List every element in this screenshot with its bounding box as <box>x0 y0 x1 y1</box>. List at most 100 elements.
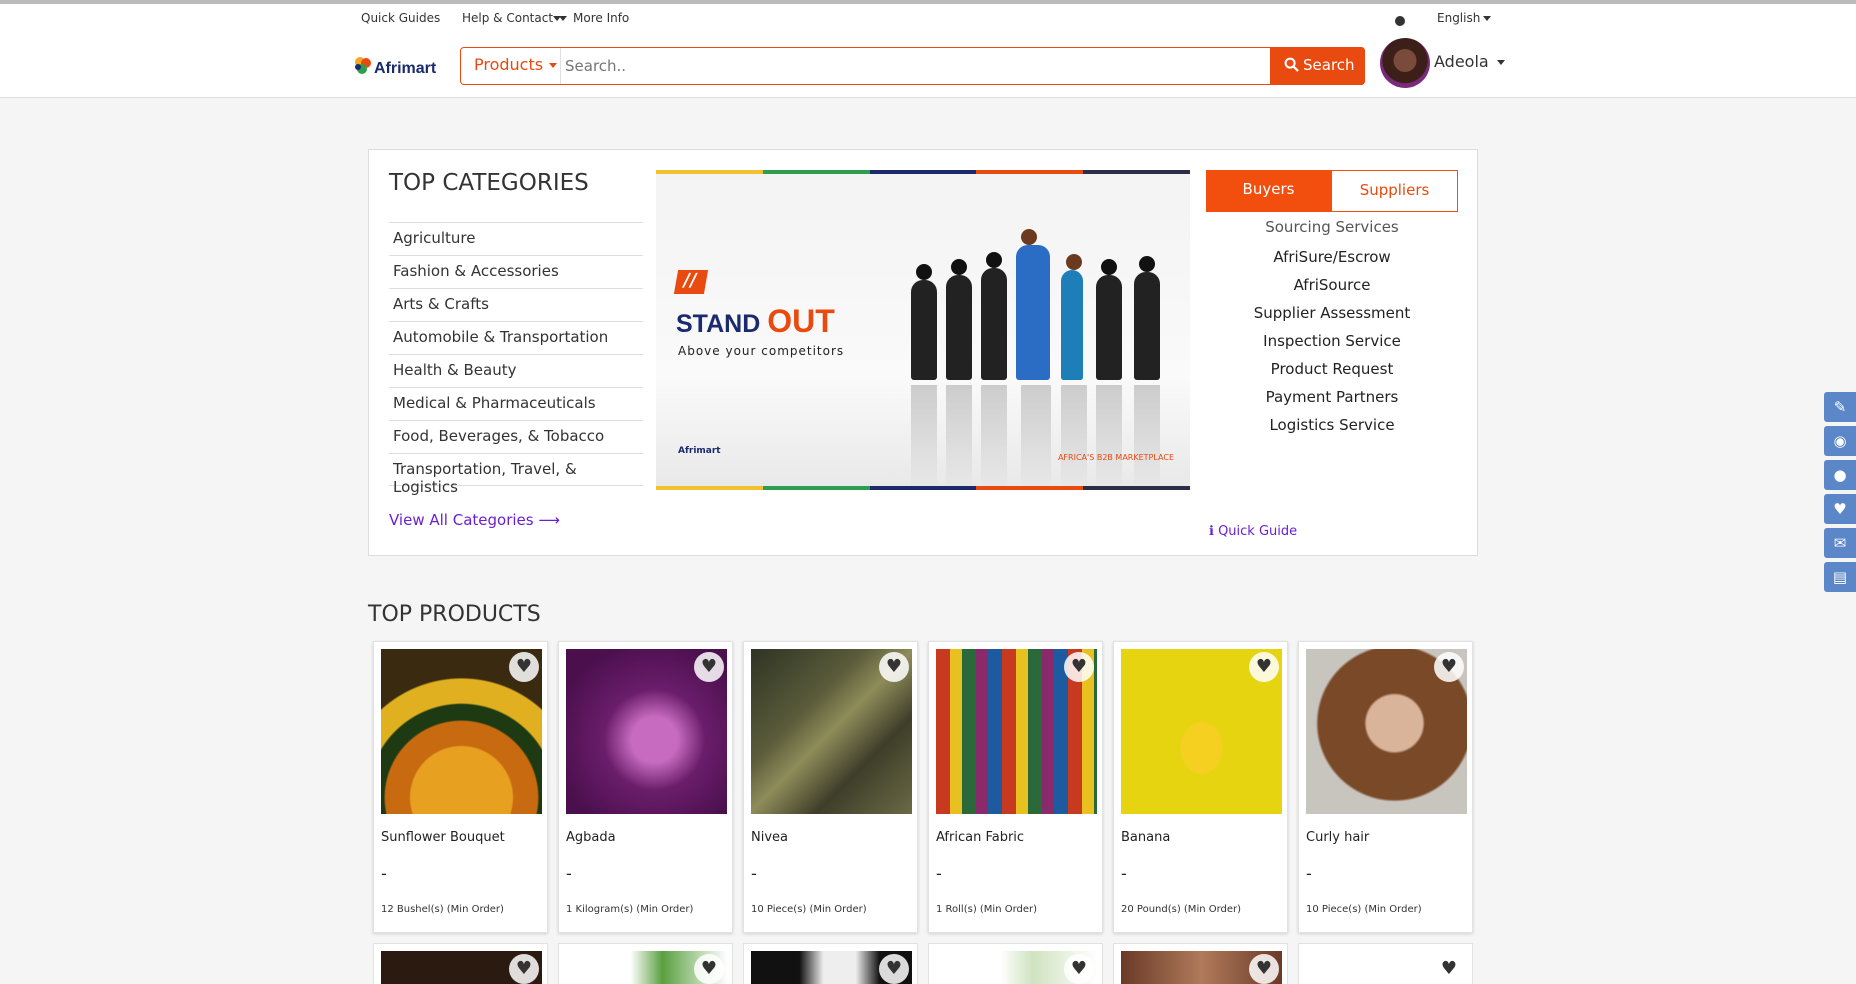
color-stripe-top <box>656 170 1190 174</box>
category-item[interactable]: Medical & Pharmaceuticals <box>389 387 643 420</box>
user-menu[interactable]: Adeola <box>1434 52 1505 71</box>
search-input[interactable] <box>565 50 1185 82</box>
person-businessman <box>1016 229 1050 380</box>
category-list: Agriculture Fashion & Accessories Arts &… <box>389 222 643 496</box>
category-item[interactable]: Automobile & Transportation <box>389 321 643 354</box>
product-name[interactable]: Nivea <box>751 830 788 845</box>
person-silhouette <box>1134 256 1160 380</box>
products-dropdown[interactable]: Products <box>461 48 561 84</box>
service-link[interactable]: Payment Partners <box>1206 388 1458 416</box>
search-button[interactable]: Search <box>1270 47 1365 85</box>
product-card[interactable]: ♥ Agbada - 1 Kilogram(s) (Min Order) <box>558 641 733 933</box>
chevron-down-icon <box>1483 16 1492 21</box>
language-selector[interactable]: English <box>1437 11 1492 25</box>
quick-guide-link[interactable]: ℹ Quick Guide <box>1209 524 1297 539</box>
reflection <box>946 385 972 490</box>
product-name[interactable]: Curly hair <box>1306 830 1369 845</box>
product-card[interactable]: ♥ <box>743 943 918 984</box>
reflection <box>1096 385 1122 490</box>
product-min-order: 1 Kilogram(s) (Min Order) <box>566 904 694 915</box>
heart-icon[interactable]: ♥ <box>1064 652 1094 682</box>
product-price: - <box>566 864 572 883</box>
android-icon[interactable] <box>1395 16 1405 26</box>
heart-icon[interactable]: ♥ <box>1434 652 1464 682</box>
username-label: Adeola <box>1434 52 1489 71</box>
edit-icon[interactable]: ✎ <box>1824 392 1856 422</box>
promo-banner[interactable]: STAND OUT Above your competitors Afrimar… <box>656 170 1190 490</box>
person-silhouette <box>946 259 972 380</box>
avatar[interactable] <box>1380 38 1430 88</box>
product-card[interactable]: ♥ <box>373 943 548 984</box>
file-icon[interactable]: ▤ <box>1824 562 1856 592</box>
product-card[interactable]: ♥ African Fabric - 1 Roll(s) (Min Order) <box>928 641 1103 933</box>
category-item[interactable]: Agriculture <box>389 222 643 255</box>
africa-logo-icon <box>355 57 371 74</box>
chevron-down-icon <box>553 16 561 21</box>
afrimart-logo[interactable]: Afrimart <box>352 52 440 84</box>
product-min-order: 10 Piece(s) (Min Order) <box>1306 904 1422 915</box>
heart-icon[interactable]: ♥ <box>1434 954 1464 984</box>
reflection <box>911 385 937 490</box>
reflection <box>1021 385 1051 490</box>
product-price: - <box>1306 864 1312 883</box>
product-min-order: 20 Pound(s) (Min Order) <box>1121 904 1242 915</box>
banner-logo-text: Afrimart <box>678 446 721 456</box>
category-item[interactable]: Fashion & Accessories <box>389 255 643 288</box>
product-card[interactable]: ♥ Curly hair - 10 Piece(s) (Min Order) <box>1298 641 1473 933</box>
person-businesswoman <box>1061 254 1083 380</box>
help-contact-menu[interactable]: Help & Contact <box>462 11 568 25</box>
tab-buyers[interactable]: Buyers <box>1206 170 1331 212</box>
heart-icon[interactable]: ♥ <box>1824 494 1856 524</box>
heart-icon[interactable]: ♥ <box>879 652 909 682</box>
heart-icon[interactable]: ♥ <box>509 954 539 984</box>
heart-icon[interactable]: ♥ <box>694 954 724 984</box>
service-link[interactable]: Logistics Service <box>1206 416 1458 444</box>
user-icon[interactable]: ● <box>1824 460 1856 490</box>
banner-headline: STAND OUT <box>676 303 835 340</box>
service-link[interactable]: Inspection Service <box>1206 332 1458 360</box>
top-products-title: TOP PRODUCTS <box>368 602 541 627</box>
service-link[interactable]: AfriSource <box>1206 276 1458 304</box>
more-info-menu[interactable]: More Info <box>553 11 629 25</box>
product-name[interactable]: African Fabric <box>936 830 1024 845</box>
category-item[interactable]: Transportation, Travel, & Logistics <box>389 453 643 496</box>
services-list: Sourcing Services AfriSure/Escrow AfriSo… <box>1206 218 1458 444</box>
product-name[interactable]: Agbada <box>566 830 616 845</box>
product-price: - <box>936 864 942 883</box>
heart-icon[interactable]: ♥ <box>694 652 724 682</box>
product-name[interactable]: Sunflower Bouquet <box>381 830 505 845</box>
product-card[interactable]: ♥ Sunflower Bouquet - 12 Bushel(s) (Min … <box>373 641 548 933</box>
product-card[interactable]: ♥ <box>558 943 733 984</box>
heart-icon[interactable]: ♥ <box>1249 652 1279 682</box>
search-bar: Products Search <box>460 47 1365 85</box>
product-name[interactable]: Banana <box>1121 830 1170 845</box>
category-item[interactable]: Health & Beauty <box>389 354 643 387</box>
product-card[interactable]: ♥ <box>1113 943 1288 984</box>
tab-suppliers[interactable]: Suppliers <box>1331 170 1458 212</box>
envelope-icon[interactable]: ✉ <box>1824 528 1856 558</box>
product-card[interactable]: ♥ Banana - 20 Pound(s) (Min Order) <box>1113 641 1288 933</box>
service-link[interactable]: Product Request <box>1206 360 1458 388</box>
service-link[interactable]: Supplier Assessment <box>1206 304 1458 332</box>
heart-icon[interactable]: ♥ <box>1064 954 1094 984</box>
reflection <box>1134 385 1160 490</box>
category-item[interactable]: Food, Beverages, & Tobacco <box>389 420 643 453</box>
service-link[interactable]: AfriSure/Escrow <box>1206 248 1458 276</box>
heart-icon[interactable]: ♥ <box>1249 954 1279 984</box>
person-silhouette <box>981 252 1007 380</box>
user-circle-icon[interactable]: ◉ <box>1824 426 1856 456</box>
buyer-supplier-tabs: Buyers Suppliers <box>1206 170 1458 212</box>
quick-guides-link[interactable]: Quick Guides <box>361 11 440 25</box>
utility-bar: Quick Guides Help & Contact More Info En… <box>0 4 1856 36</box>
product-card[interactable]: ♥ <box>1298 943 1473 984</box>
product-min-order: 1 Roll(s) (Min Order) <box>936 904 1038 915</box>
heart-icon[interactable]: ♥ <box>879 954 909 984</box>
search-button-label: Search <box>1303 56 1355 74</box>
heart-icon[interactable]: ♥ <box>509 652 539 682</box>
category-item[interactable]: Arts & Crafts <box>389 288 643 321</box>
site-header: Afrimart Products Search Adeola <box>0 36 1856 98</box>
product-card[interactable]: ♥ <box>928 943 1103 984</box>
product-card[interactable]: ♥ Nivea - 10 Piece(s) (Min Order) <box>743 641 918 933</box>
view-all-categories-link[interactable]: View All Categories ⟶ <box>389 511 560 529</box>
top-categories-card: TOP CATEGORIES Agriculture Fashion & Acc… <box>368 149 1478 556</box>
